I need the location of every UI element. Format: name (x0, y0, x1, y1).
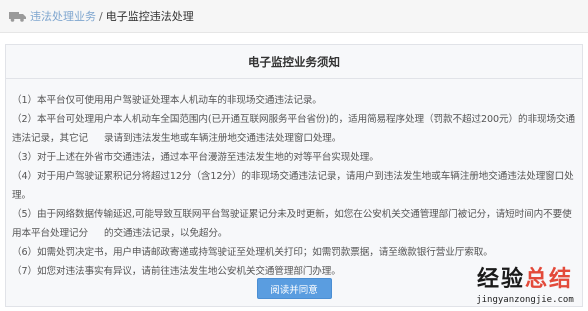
notice-clause-6: （6）如需处罚决定书，用户申请邮政寄递或持驾驶证至处理机关打印；如需罚款票据，请… (12, 247, 493, 258)
notice-clause-4: （4）对于用户驾驶证累积记分将超过12分（含12分）的非现场交通违法记录，请用户… (12, 171, 574, 201)
notice-clause-2: （2）本平台可处理用户本人机动车全国范围内(已开通互联网服务平台省份)的，适用简… (12, 114, 575, 144)
breadcrumb-separator: / (99, 9, 103, 23)
watermark-url: jingyanzongjie.com (476, 295, 574, 305)
page: 违法处理业务 / 电子监控违法处理 电子监控业务须知 （1）本平台仅可使用用户驾… (0, 0, 588, 311)
watermark-brand: 经验总结 (476, 267, 574, 292)
breadcrumb-link-violation-business[interactable]: 违法处理业务 (30, 8, 96, 24)
agree-button[interactable]: 阅读并同意 (256, 278, 332, 299)
notice-clause-5: （5）由于网络数据传输延迟,可能导致互联网平台驾驶证累记分未及时更新，如您在公安… (12, 209, 572, 239)
watermark-logo: 经验总结 jingyanzongjie.com (466, 267, 584, 305)
notice-title: 电子监控业务须知 (248, 54, 340, 69)
notice-clause-3: （3）对于上述在外省市交通违法，通过本平台漫游至违法发生地的对等平台实现处理。 (12, 152, 379, 163)
notice-header: 电子监控业务须知 (6, 45, 582, 79)
truck-icon (9, 12, 26, 22)
notice-body: （1）本平台仅可使用用户驾驶证处理本人机动车的非现场交通违法记录。 （2）本平台… (6, 79, 582, 281)
breadcrumb-current: 电子监控违法处理 (105, 10, 194, 23)
breadcrumb: 违法处理业务 / 电子监控违法处理 (0, 0, 588, 33)
notice-clause-1: （1）本平台仅可使用用户驾驶证处理本人机动车的非现场交通违法记录。 (12, 95, 322, 106)
